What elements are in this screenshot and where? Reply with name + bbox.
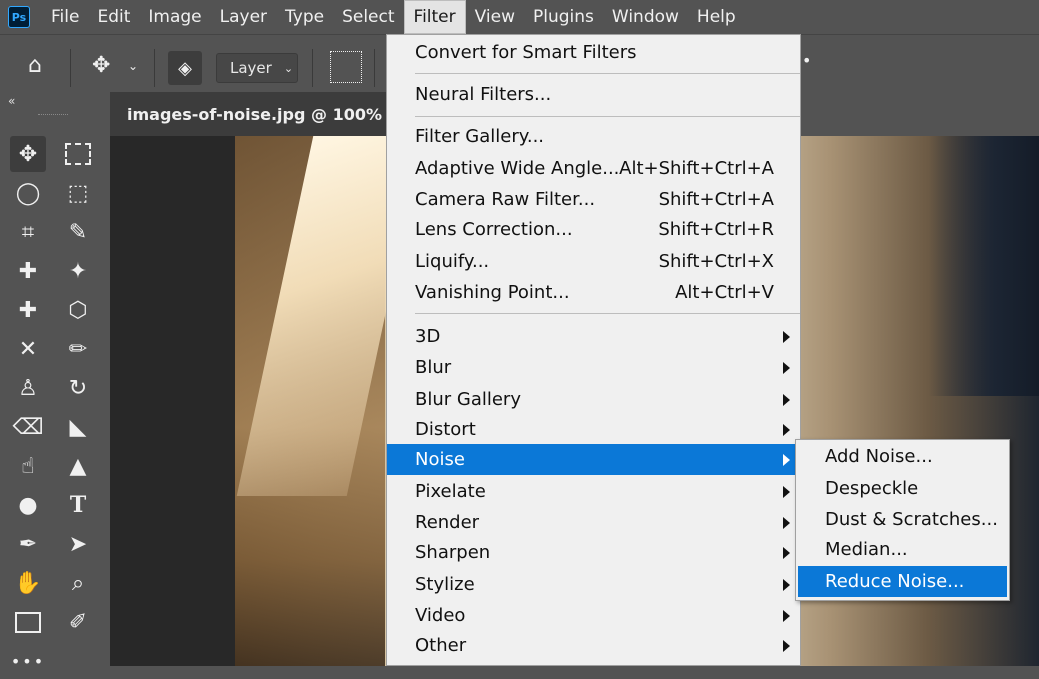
- menu-item-sharpen[interactable]: Sharpen: [387, 537, 800, 568]
- submenu-arrow-icon: [783, 485, 790, 498]
- submenu-arrow-icon: [783, 330, 790, 343]
- menu-select[interactable]: Select: [333, 0, 403, 34]
- menu-item-vanishing-point[interactable]: Vanishing Point... Alt+Ctrl+V: [387, 277, 800, 308]
- transform-controls-icon[interactable]: [330, 51, 362, 83]
- menu-image[interactable]: Image: [139, 0, 210, 34]
- submenu-item-reduce-noise[interactable]: Reduce Noise...: [798, 566, 1007, 597]
- menu-item-blur-gallery[interactable]: Blur Gallery: [387, 384, 800, 415]
- menu-item-camera-raw-filter[interactable]: Camera Raw Filter... Shift+Ctrl+A: [387, 184, 800, 215]
- submenu-arrow-icon: [783, 639, 790, 652]
- smudge-icon[interactable]: ☝: [10, 448, 46, 484]
- crop-icon[interactable]: ⌗: [10, 214, 46, 250]
- auto-select-layers-icon[interactable]: ◈: [168, 51, 202, 85]
- zoom-icon[interactable]: ⌕: [60, 565, 96, 601]
- more-options-icon[interactable]: •: [802, 51, 811, 70]
- menu-item-stylize[interactable]: Stylize: [387, 569, 800, 600]
- history-brush-icon[interactable]: ↻: [60, 370, 96, 406]
- menu-window[interactable]: Window: [603, 0, 688, 34]
- menu-item-3d[interactable]: 3D: [387, 321, 800, 352]
- home-icon[interactable]: ⌂: [28, 53, 42, 78]
- submenu-arrow-icon: [783, 546, 790, 559]
- remove-tool-icon[interactable]: ✦: [60, 253, 96, 289]
- content-aware-move-icon[interactable]: ✕: [10, 331, 46, 367]
- submenu-arrow-icon: [783, 423, 790, 436]
- photoshop-logo-icon: Ps: [8, 6, 30, 28]
- menu-item-pixelate[interactable]: Pixelate: [387, 476, 800, 507]
- submenu-arrow-icon: [783, 578, 790, 591]
- menu-item-render[interactable]: Render: [387, 507, 800, 538]
- pen-icon[interactable]: ✒: [10, 526, 46, 562]
- collapse-panel-icon[interactable]: «: [8, 94, 15, 108]
- submenu-arrow-icon: [783, 609, 790, 622]
- rectangle-shape-icon[interactable]: [10, 604, 46, 640]
- menu-edit[interactable]: Edit: [88, 0, 139, 34]
- tools-panel: « ✥ ◯ ⬚ ⌗ ✎ ✚ ✦ ✚ ⬡ ✕ ✏ ♙ ↻ ⌫ ◣ ☝ ▲ ● T …: [0, 94, 110, 671]
- menu-view[interactable]: View: [466, 0, 524, 34]
- document-tab[interactable]: images-of-noise.jpg @ 100% (RGB: [110, 92, 386, 136]
- menu-type[interactable]: Type: [276, 0, 333, 34]
- menu-separator: [415, 73, 800, 74]
- object-selection-icon[interactable]: ⬚: [60, 175, 96, 211]
- paint-bucket-icon[interactable]: ◣: [60, 409, 96, 445]
- eraser-icon[interactable]: ⌫: [10, 409, 46, 445]
- frame-tool-icon[interactable]: ✐: [60, 604, 96, 640]
- healing-brush-icon[interactable]: ✚: [10, 292, 46, 328]
- submenu-arrow-icon: [783, 361, 790, 374]
- menu-separator: [415, 313, 800, 314]
- submenu-item-dust-scratches[interactable]: Dust & Scratches...: [798, 504, 1007, 535]
- submenu-arrow-icon: [783, 453, 790, 466]
- menu-plugins[interactable]: Plugins: [524, 0, 603, 34]
- sharpen-icon[interactable]: ▲: [60, 448, 96, 484]
- submenu-item-add-noise[interactable]: Add Noise...: [798, 441, 1007, 472]
- dodge-icon[interactable]: ●: [10, 487, 46, 523]
- menu-item-adaptive-wide-angle[interactable]: Adaptive Wide Angle... Alt+Shift+Ctrl+A: [387, 153, 800, 184]
- menu-item-noise[interactable]: Noise: [387, 444, 800, 475]
- menu-item-video[interactable]: Video: [387, 600, 800, 631]
- rectangular-marquee-icon[interactable]: [60, 136, 96, 172]
- generative-fill-icon[interactable]: ⬡: [60, 292, 96, 328]
- chevron-down-icon: ⌄: [283, 61, 294, 75]
- menu-item-blur[interactable]: Blur: [387, 352, 800, 383]
- eyedropper-icon[interactable]: ✎: [60, 214, 96, 250]
- submenu-item-median[interactable]: Median...: [798, 534, 1007, 565]
- submenu-item-despeckle[interactable]: Despeckle: [798, 473, 1007, 504]
- menu-item-convert-smart-filters[interactable]: Convert for Smart Filters: [387, 37, 800, 68]
- menu-item-filter-gallery[interactable]: Filter Gallery...: [387, 121, 800, 152]
- layer-select-label: Layer: [230, 59, 272, 77]
- filter-menu: Convert for Smart Filters Neural Filters…: [386, 34, 801, 666]
- menu-item-distort[interactable]: Distort: [387, 414, 800, 445]
- noise-submenu: Add Noise... Despeckle Dust & Scratches.…: [795, 439, 1010, 601]
- auto-select-target-select[interactable]: Layer ⌄: [216, 53, 298, 83]
- brush-icon[interactable]: ✏: [60, 331, 96, 367]
- type-tool-icon[interactable]: T: [60, 487, 96, 523]
- clone-stamp-icon[interactable]: ♙: [10, 370, 46, 406]
- menu-bar: Ps File Edit Image Layer Type Select Fil…: [0, 0, 1039, 34]
- menu-item-liquify[interactable]: Liquify... Shift+Ctrl+X: [387, 246, 800, 277]
- menu-help[interactable]: Help: [688, 0, 745, 34]
- hand-icon[interactable]: ✋: [10, 565, 46, 601]
- move-tool-icon[interactable]: ✥: [10, 136, 46, 172]
- path-selection-icon[interactable]: ➤: [60, 526, 96, 562]
- lasso-icon[interactable]: ◯: [10, 175, 46, 211]
- more-tools-icon[interactable]: •••: [10, 643, 46, 679]
- menu-file[interactable]: File: [42, 0, 88, 34]
- menu-item-other[interactable]: Other: [387, 630, 800, 661]
- move-tool-icon[interactable]: ✥: [92, 53, 110, 78]
- menu-separator: [415, 116, 800, 117]
- spot-healing-icon[interactable]: ✚: [10, 253, 46, 289]
- panel-grip[interactable]: [38, 114, 68, 119]
- menu-filter[interactable]: Filter: [403, 0, 466, 34]
- submenu-arrow-icon: [783, 393, 790, 406]
- menu-layer[interactable]: Layer: [211, 0, 276, 34]
- menu-item-lens-correction[interactable]: Lens Correction... Shift+Ctrl+R: [387, 214, 800, 245]
- submenu-arrow-icon: [783, 516, 790, 529]
- menu-item-neural-filters[interactable]: Neural Filters...: [387, 79, 800, 110]
- chevron-down-icon[interactable]: ⌄: [128, 59, 138, 73]
